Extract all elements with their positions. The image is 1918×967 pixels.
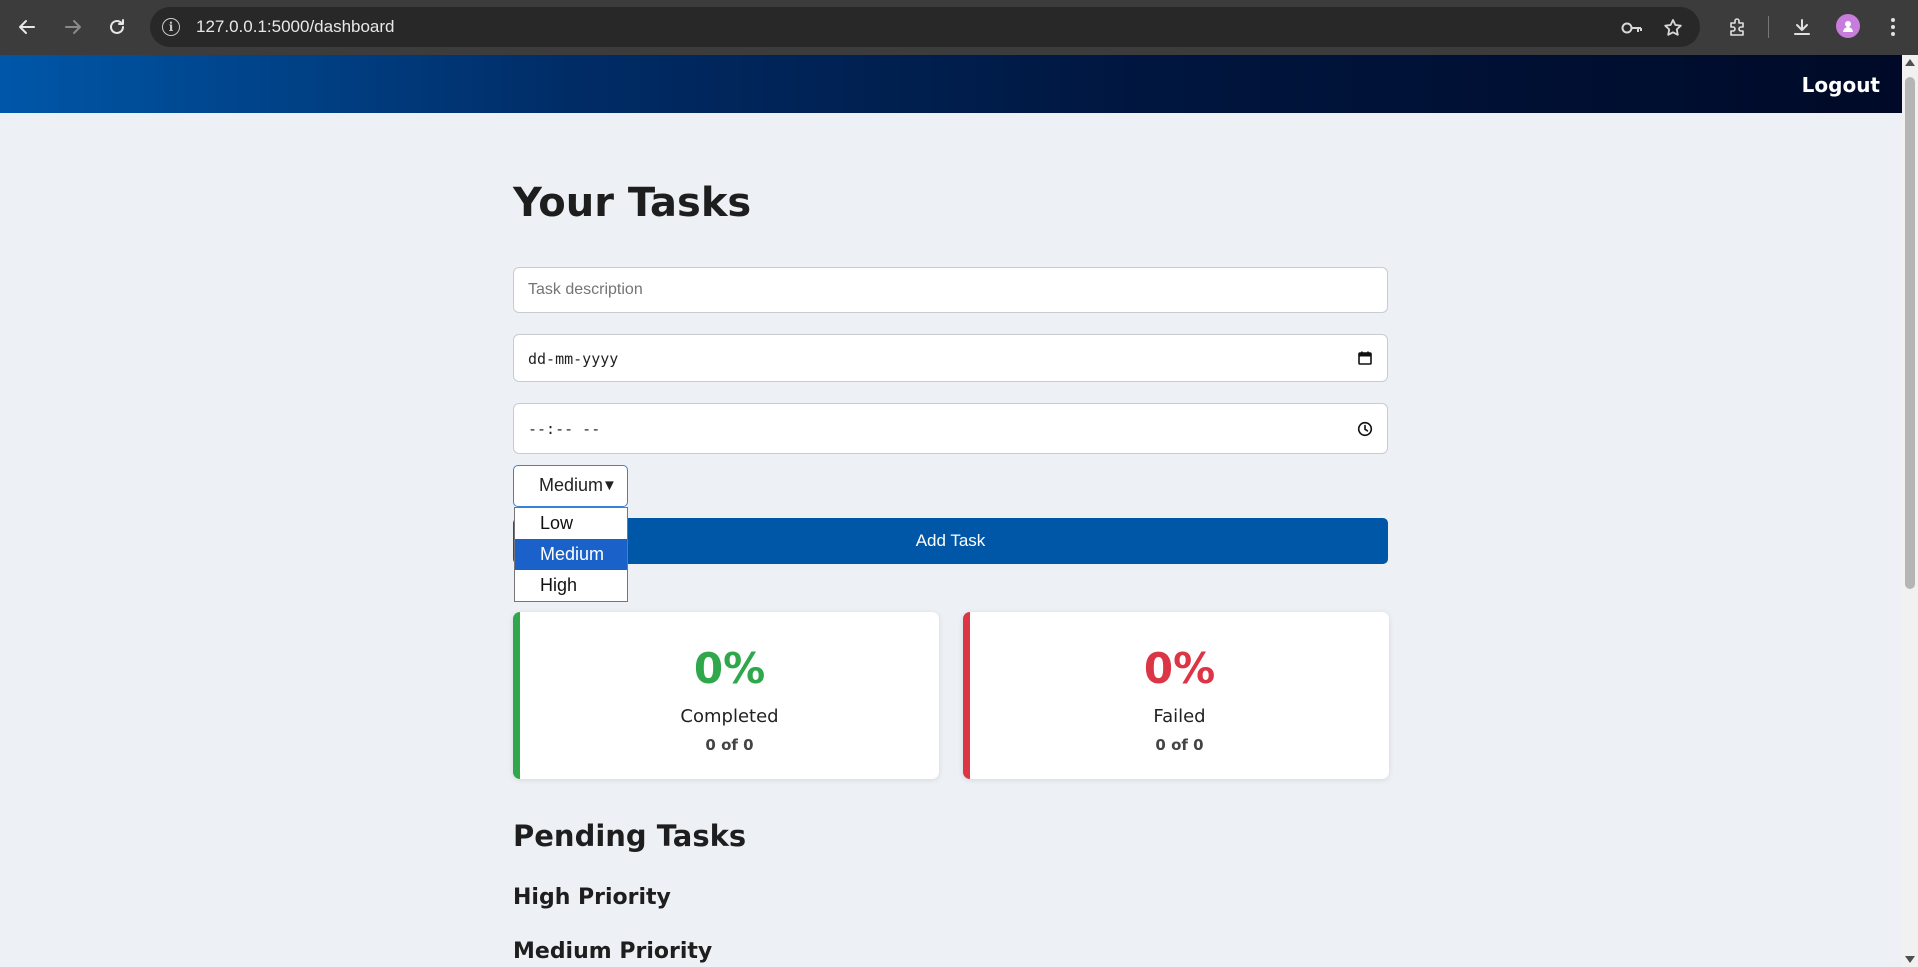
toolbar-divider	[1768, 16, 1769, 38]
calendar-icon[interactable]	[1357, 350, 1373, 366]
clock-icon[interactable]	[1357, 421, 1373, 437]
more-menu-icon[interactable]	[1878, 12, 1908, 42]
page-title: Your Tasks	[513, 180, 752, 226]
completed-percentage: 0%	[693, 644, 766, 693]
failed-stat-card: 0% Failed 0 of 0	[963, 612, 1389, 779]
priority-option-low[interactable]: Low	[515, 508, 627, 539]
failed-count: 0 of 0	[1155, 736, 1204, 754]
page-scrollbar[interactable]	[1902, 55, 1918, 967]
browser-toolbar: i 127.0.0.1:5000/dashboard	[0, 0, 1918, 55]
scroll-up-arrow-icon[interactable]	[1905, 59, 1915, 66]
completed-stat-card: 0% Completed 0 of 0	[513, 612, 939, 779]
pending-tasks-heading: Pending Tasks	[513, 819, 747, 853]
completed-label: Completed	[680, 706, 779, 727]
failed-percentage: 0%	[1143, 644, 1216, 693]
scroll-down-arrow-icon[interactable]	[1905, 956, 1915, 963]
add-task-button[interactable]: Add Task	[513, 518, 1388, 564]
bookmark-star-icon[interactable]	[1661, 16, 1685, 40]
failed-label: Failed	[1153, 706, 1206, 727]
priority-select-value: Medium	[539, 475, 604, 495]
task-description-input[interactable]	[513, 267, 1388, 313]
forward-arrow-icon[interactable]	[58, 12, 88, 42]
priority-select[interactable]: Medium ▼	[513, 465, 628, 507]
address-bar[interactable]: i 127.0.0.1:5000/dashboard	[150, 7, 1700, 47]
dropdown-arrow-icon: ▼	[602, 477, 617, 494]
date-placeholder: dd-mm-yyyy	[528, 350, 619, 368]
priority-option-medium[interactable]: Medium	[515, 539, 627, 570]
due-date-input[interactable]: dd-mm-yyyy	[513, 334, 1388, 382]
scrollbar-thumb[interactable]	[1905, 77, 1915, 589]
completed-count: 0 of 0	[705, 736, 754, 754]
password-key-icon[interactable]	[1620, 16, 1644, 40]
download-icon[interactable]	[1787, 12, 1817, 42]
profile-avatar-icon[interactable]	[1836, 14, 1860, 38]
app-header: Logout	[0, 55, 1902, 113]
priority-dropdown-list: Low Medium High	[514, 507, 628, 602]
reload-icon[interactable]	[102, 12, 132, 42]
time-placeholder: --:-- --	[528, 420, 601, 438]
extensions-icon[interactable]	[1722, 12, 1752, 42]
high-priority-heading: High Priority	[513, 885, 671, 910]
back-arrow-icon[interactable]	[12, 12, 42, 42]
priority-option-high[interactable]: High	[515, 570, 627, 601]
url-text[interactable]: 127.0.0.1:5000/dashboard	[196, 17, 395, 37]
due-time-input[interactable]: --:-- --	[513, 403, 1388, 454]
logout-link[interactable]: Logout	[1802, 73, 1880, 97]
site-info-icon[interactable]: i	[162, 18, 180, 36]
medium-priority-heading: Medium Priority	[513, 939, 713, 964]
